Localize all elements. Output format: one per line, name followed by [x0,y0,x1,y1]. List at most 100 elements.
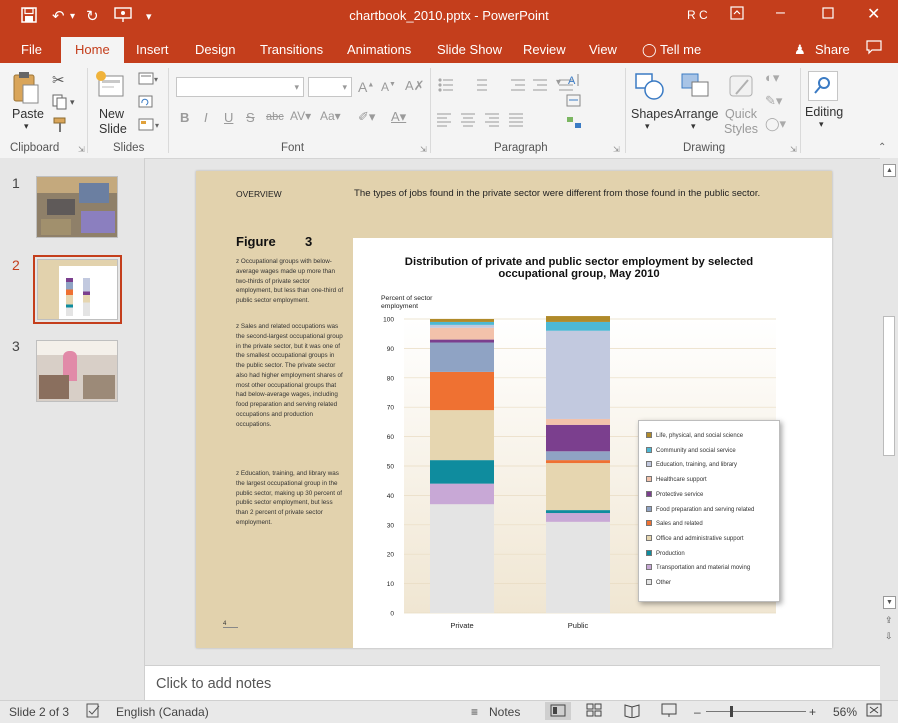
underline-icon[interactable]: U [224,110,233,125]
paragraph-launcher-icon[interactable]: ⇲ [613,145,620,154]
legend-label: Sales and related [656,521,703,528]
tab-insert[interactable]: Insert [136,42,169,57]
notes-button[interactable]: Notes [489,705,520,719]
character-spacing-icon[interactable]: AV▾ [290,109,311,123]
shape-fill-icon[interactable]: ◐▾ [765,70,779,86]
paste-icon[interactable] [12,71,40,110]
clipboard-launcher-icon[interactable]: ⇲ [78,145,85,154]
ribbon-display-options-icon[interactable] [730,6,744,25]
tab-home[interactable]: Home [61,37,124,63]
text-shadow-icon[interactable]: S [246,110,255,125]
cut-icon[interactable]: ✂ [52,71,65,89]
tab-review[interactable]: Review [523,42,566,57]
close-icon[interactable]: ✕ [867,4,880,24]
copy-icon[interactable] [52,94,68,113]
legend-label: Production [656,550,685,557]
shape-outline-icon[interactable]: ✎▾ [765,93,782,109]
language-indicator[interactable]: English (Canada) [116,705,209,719]
zoom-slider-thumb[interactable] [730,706,733,717]
drawing-launcher-icon[interactable]: ⇲ [790,145,797,154]
previous-slide-icon[interactable]: ⇪ [885,615,893,626]
align-text-icon[interactable] [566,94,582,111]
notes-placeholder[interactable]: Click to add notes [156,676,271,692]
tell-me-search[interactable]: Tell me [660,42,701,57]
tab-transitions[interactable]: Transitions [260,42,323,57]
scroll-thumb[interactable] [883,316,895,456]
scroll-down-icon[interactable]: ▼ [883,596,896,609]
change-case-icon[interactable]: Aa▾ [320,109,341,123]
tab-slide-show[interactable]: Slide Show [437,42,502,57]
legend-item: Food preparation and serving related [646,505,754,513]
slide-thumbnail-3[interactable] [36,340,118,402]
bold-icon[interactable]: B [180,110,189,125]
tab-view[interactable]: View [589,42,617,57]
smartart-icon[interactable] [566,116,582,133]
find-icon[interactable] [808,71,838,101]
shapes-button[interactable]: Shapes [631,107,673,121]
grow-font-icon[interactable]: A▲ [358,79,374,95]
font-launcher-icon[interactable]: ⇲ [420,145,427,154]
slide-canvas[interactable]: OVERVIEW The types of jobs found in the … [196,171,832,648]
format-painter-icon[interactable] [52,117,68,136]
shape-effects-icon[interactable]: ◯▾ [765,116,786,132]
divider [168,68,169,153]
font-color-icon[interactable]: A▾ [391,109,406,125]
y-tick-label: 10 [387,581,395,588]
copy-dropdown-icon[interactable]: ▾ [70,97,75,108]
user-initials[interactable]: R C [687,8,708,22]
arrange-icon[interactable] [680,72,712,105]
shapes-icon[interactable] [634,72,666,105]
slide-show-icon[interactable] [661,703,677,721]
zoom-in-icon[interactable]: + [809,705,816,719]
editing-button[interactable]: Editing [805,105,843,119]
paste-dropdown-icon[interactable]: ▾ [24,121,29,132]
text-direction-icon[interactable]: A [566,72,582,91]
spell-check-icon[interactable] [86,703,102,721]
editing-dropdown-icon[interactable]: ▾ [819,119,824,130]
new-slide-button[interactable]: New Slide [99,107,129,137]
zoom-out-icon[interactable]: – [694,705,701,719]
maximize-icon[interactable] [822,6,834,24]
highlight-icon[interactable]: ✐▾ [358,109,375,125]
vertical-scrollbar[interactable]: ▲ ▼ ⇪ ⇩ [880,158,898,665]
reading-view-icon[interactable] [624,703,640,721]
quick-styles-button[interactable]: Quick Styles [722,107,760,137]
paragraph-controls[interactable] [437,73,627,143]
zoom-level[interactable]: 56% [833,705,857,719]
share-button[interactable]: Share [815,42,850,57]
italic-icon[interactable]: I [204,110,208,125]
next-slide-icon[interactable]: ⇩ [885,631,893,642]
bullets-dropdown-icon[interactable]: ▾ [556,77,561,88]
arrange-dropdown-icon[interactable]: ▾ [691,121,696,132]
scroll-up-icon[interactable]: ▲ [883,164,896,177]
shrink-font-icon[interactable]: A▼ [381,80,396,94]
minimize-icon[interactable]: – [776,4,785,22]
notes-pane[interactable]: Click to add notes [145,665,880,701]
slide-thumbnail-2[interactable] [37,259,118,320]
layout-icon[interactable]: ▾ [138,72,160,89]
arrange-button[interactable]: Arrange [674,107,718,121]
comments-icon[interactable] [866,40,882,58]
new-slide-icon[interactable] [95,70,125,103]
fit-slide-icon[interactable] [866,703,882,721]
quick-styles-icon[interactable] [726,72,758,105]
font-name-combo[interactable]: ▾ [176,77,304,97]
font-size-combo[interactable]: ▾ [308,77,352,97]
clear-formatting-icon[interactable]: A✗ [405,78,425,94]
reset-icon[interactable] [138,95,154,112]
notes-icon[interactable]: ≡ [471,705,478,719]
section-icon[interactable]: ▾ [138,118,162,135]
paste-button[interactable]: Paste [12,107,44,121]
font-name-dropdown-icon[interactable]: ▾ [294,82,299,93]
normal-view-icon[interactable] [545,702,571,720]
font-size-dropdown-icon[interactable]: ▾ [342,82,347,93]
tab-design[interactable]: Design [195,42,235,57]
tab-animations[interactable]: Animations [347,42,411,57]
zoom-slider-track[interactable] [706,711,806,712]
slide-thumbnail-1[interactable] [36,176,118,238]
strikethrough-icon[interactable]: abc [266,111,284,123]
tab-file[interactable]: File [21,42,42,57]
slide-sorter-icon[interactable] [586,703,602,721]
collapse-ribbon-icon[interactable]: ⌃ [878,142,886,153]
shapes-dropdown-icon[interactable]: ▾ [645,121,650,132]
